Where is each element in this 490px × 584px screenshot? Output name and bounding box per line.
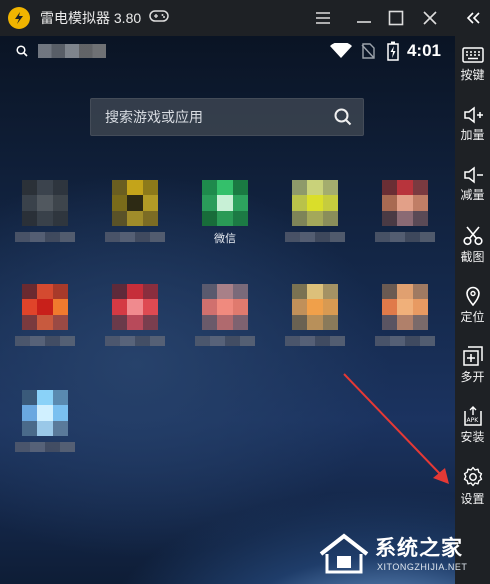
apk-install-icon: APK [463, 406, 482, 426]
sidebar-item-install[interactable]: APK 安装 [455, 400, 490, 460]
gear-icon [463, 466, 482, 487]
keyboard-icon [461, 47, 484, 63]
sidebar-item-screenshot[interactable]: 截图 [455, 220, 490, 280]
red-arrow-annotation [343, 373, 449, 484]
sidebar-item-multi-instance[interactable]: 多开 [455, 340, 490, 400]
window-titlebar: 雷电模拟器 3.80 [0, 0, 490, 36]
watermark-title: 系统之家 [375, 536, 463, 560]
window-title: 雷电模拟器 3.80 [40, 10, 142, 26]
location-pin-icon [465, 286, 480, 306]
site-watermark: 系统之家 XITONGZHIJIA.NET [305, 524, 485, 584]
emulator-toolbar: 按键 加量 减量 截图 定位 多开 APK 安装 设置 [455, 36, 490, 584]
svg-text:APK: APK [466, 417, 479, 424]
double-chevron-left-icon [466, 12, 480, 24]
sidebar-label-volume-up: 加量 [460, 128, 485, 142]
watermark-house-logo-icon [319, 533, 369, 574]
sidebar-item-keymap[interactable]: 按键 [455, 40, 490, 100]
scissors-icon [462, 226, 483, 246]
sidebar-item-volume-down[interactable]: 减量 [455, 160, 490, 220]
sidebar-label-settings: 设置 [460, 492, 485, 506]
menu-icon[interactable] [311, 6, 335, 30]
sidebar-label-screenshot: 截图 [460, 250, 485, 264]
gamepad-icon[interactable] [149, 9, 169, 28]
sidebar-collapse-button[interactable] [455, 0, 490, 36]
emulator-screen[interactable]: 4:01 搜索游戏或应用 微信 [0, 36, 455, 584]
sidebar-label-location: 定位 [460, 310, 485, 324]
app-logo-icon [8, 7, 30, 29]
sidebar-label-install: 安装 [460, 430, 485, 444]
multi-instance-icon [462, 346, 483, 366]
minimize-icon[interactable] [352, 6, 376, 30]
sidebar-item-volume-up[interactable]: 加量 [455, 100, 490, 160]
sidebar-label-keymap: 按键 [460, 68, 485, 82]
watermark-subtitle: XITONGZHIJIA.NET [377, 562, 468, 572]
sidebar-item-location[interactable]: 定位 [455, 280, 490, 340]
sidebar-label-volume-down: 减量 [460, 188, 485, 202]
sidebar-label-multi-instance: 多开 [460, 370, 485, 384]
close-icon[interactable] [418, 6, 442, 30]
maximize-icon[interactable] [384, 6, 408, 30]
sidebar-item-settings[interactable]: 设置 [455, 460, 490, 520]
volume-up-icon [463, 106, 483, 124]
volume-down-icon [463, 166, 483, 184]
